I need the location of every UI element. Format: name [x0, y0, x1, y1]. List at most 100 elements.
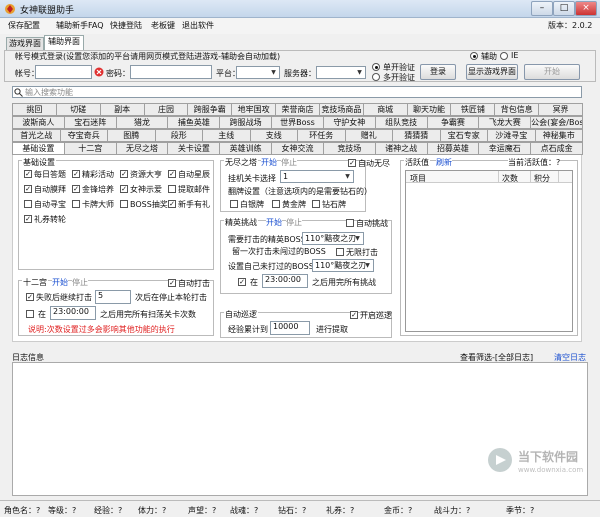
feature-tab[interactable]: 副本: [99, 103, 145, 116]
patrol-open-checkbox[interactable]: ✓: [350, 311, 358, 319]
feature-tab[interactable]: 环任务: [297, 129, 346, 142]
feature-tab[interactable]: 段形: [154, 129, 203, 142]
basic-checkbox[interactable]: ✓: [168, 170, 176, 178]
mode-assist-radio[interactable]: [470, 52, 478, 60]
feature-tab[interactable]: 夺宝奇兵: [59, 129, 108, 142]
basic-checkbox[interactable]: [24, 200, 32, 208]
tab-game-view[interactable]: 游戏界面: [6, 37, 44, 51]
feature-tab[interactable]: 竞技场商品: [318, 103, 364, 116]
feature-tab[interactable]: 女神交流: [271, 142, 324, 155]
menu-faq[interactable]: 辅助新手FAQ: [56, 20, 104, 31]
basic-checkbox[interactable]: [72, 200, 80, 208]
zodiac-time-checkbox[interactable]: [26, 310, 34, 318]
login-button[interactable]: 登录: [420, 64, 456, 80]
zodiac-fail-checkbox[interactable]: ✓: [26, 293, 34, 301]
feature-tab[interactable]: 争霸赛: [426, 116, 480, 129]
feature-tab[interactable]: 猜猜猜: [392, 129, 441, 142]
feature-tab[interactable]: 宝石专家: [439, 129, 488, 142]
feature-tab[interactable]: 神秘集市: [534, 129, 583, 142]
start-button[interactable]: 开始: [524, 64, 580, 80]
show-game-button[interactable]: 显示游戏界面: [466, 64, 518, 80]
feature-tab[interactable]: 赠礼: [344, 129, 393, 142]
feature-tab[interactable]: 英雄训练: [219, 142, 273, 155]
feature-tab[interactable]: 猎龙: [115, 116, 169, 129]
platform-select[interactable]: ▼: [236, 66, 280, 79]
multi-verify-radio[interactable]: [372, 73, 380, 81]
menu-quick-login[interactable]: 快捷登陆: [110, 20, 142, 31]
feature-tab[interactable]: 支线: [249, 129, 298, 142]
feature-tab[interactable]: 荣誉商店: [275, 103, 320, 116]
basic-checkbox[interactable]: ✓: [120, 185, 128, 193]
feature-tab[interactable]: 铁匠铺: [450, 103, 496, 116]
feature-tab[interactable]: 飞龙大赛: [478, 116, 532, 129]
feature-tab[interactable]: 组队竞技: [374, 116, 428, 129]
elite-stop-link[interactable]: 停止: [286, 217, 302, 228]
feature-tab[interactable]: 公会(宴会/Boss/捐献): [530, 116, 583, 129]
feature-tab[interactable]: 图腾: [107, 129, 156, 142]
activity-refresh-link[interactable]: 刷新: [436, 157, 452, 168]
basic-checkbox[interactable]: ✓: [120, 170, 128, 178]
basic-checkbox[interactable]: ✓: [72, 170, 80, 178]
feature-tab[interactable]: 世界Boss: [271, 116, 324, 129]
basic-checkbox[interactable]: ✓: [72, 185, 80, 193]
elite-time-checkbox[interactable]: ✓: [238, 278, 246, 286]
basic-checkbox[interactable]: [120, 200, 128, 208]
feature-tab[interactable]: 十二宫: [63, 142, 117, 155]
account-input[interactable]: [35, 65, 92, 79]
feature-tab[interactable]: 首光之战: [12, 129, 61, 142]
feature-tab[interactable]: 跨服战场: [219, 116, 273, 129]
feature-tab[interactable]: 捕鱼英雄: [167, 116, 221, 129]
single-verify-radio[interactable]: [372, 63, 380, 71]
elite-time-input[interactable]: 23:00:00: [262, 274, 308, 288]
server-select[interactable]: ▼: [316, 66, 366, 79]
basic-checkbox[interactable]: ✓: [24, 185, 32, 193]
elite-unlimited-checkbox[interactable]: [336, 248, 344, 256]
minimize-button[interactable]: –: [531, 1, 553, 16]
tab-assist-view[interactable]: 辅助界面: [44, 35, 84, 51]
tower-stop-link[interactable]: 停止: [281, 157, 297, 168]
zodiac-time-input[interactable]: 23:00:00: [50, 306, 96, 320]
card-diamond-checkbox[interactable]: [312, 200, 320, 208]
menu-save-config[interactable]: 保存配置: [8, 20, 40, 31]
feature-tab[interactable]: 冥界: [538, 103, 583, 116]
elite-my-select[interactable]: 110°黯夜之刃 ▼: [312, 259, 374, 272]
elite-start-link[interactable]: 开始: [266, 217, 282, 228]
feature-tab[interactable]: 庄园: [143, 103, 189, 116]
feature-tab[interactable]: 切磋: [55, 103, 101, 116]
tower-start-link[interactable]: 开始: [261, 157, 277, 168]
clear-account-icon[interactable]: [94, 67, 104, 77]
tower-floor-select[interactable]: 1 ▼: [280, 170, 354, 183]
menu-boss-key[interactable]: 老板键: [151, 20, 175, 31]
card-gold-checkbox[interactable]: [272, 200, 280, 208]
close-button[interactable]: ×: [575, 1, 597, 16]
card-silver-checkbox[interactable]: [230, 200, 238, 208]
feature-tab[interactable]: 关卡设置: [167, 142, 221, 155]
mode-ie-radio[interactable]: [500, 52, 508, 60]
feature-tab[interactable]: 商城: [362, 103, 408, 116]
feature-tab[interactable]: 主线: [202, 129, 251, 142]
tower-auto-checkbox[interactable]: ✓: [348, 159, 356, 167]
feature-tab[interactable]: 基础设置: [12, 142, 65, 155]
basic-checkbox[interactable]: ✓: [24, 215, 32, 223]
zodiac-start-link[interactable]: 开始: [52, 277, 68, 288]
feature-tab[interactable]: 波斯商人: [12, 116, 65, 129]
feature-tab[interactable]: 聊天功能: [406, 103, 452, 116]
feature-tab[interactable]: 招募英雄: [426, 142, 480, 155]
elite-need-select[interactable]: 110°黯夜之刃 ▼: [302, 232, 364, 245]
feature-tab[interactable]: 沙滩寻宝: [487, 129, 536, 142]
feature-tab[interactable]: 点石成金: [530, 142, 583, 155]
basic-checkbox[interactable]: ✓: [168, 200, 176, 208]
feature-tab[interactable]: 挑回: [12, 103, 57, 116]
maximize-button[interactable]: □: [553, 1, 575, 16]
basic-checkbox[interactable]: ✓: [24, 170, 32, 178]
feature-tab[interactable]: 竞技场: [322, 142, 376, 155]
basic-checkbox[interactable]: [168, 185, 176, 193]
elite-auto-checkbox[interactable]: [346, 219, 354, 227]
feature-tab[interactable]: 诸神之战: [374, 142, 428, 155]
feature-tab[interactable]: 背包信息: [494, 103, 540, 116]
feature-tab[interactable]: 宝石迷阵: [63, 116, 117, 129]
feature-tab[interactable]: 守护女神: [322, 116, 376, 129]
zodiac-auto-checkbox[interactable]: ✓: [168, 279, 176, 287]
feature-tab[interactable]: 跨服争霸: [187, 103, 233, 116]
patrol-exp-input[interactable]: 10000: [270, 321, 310, 335]
